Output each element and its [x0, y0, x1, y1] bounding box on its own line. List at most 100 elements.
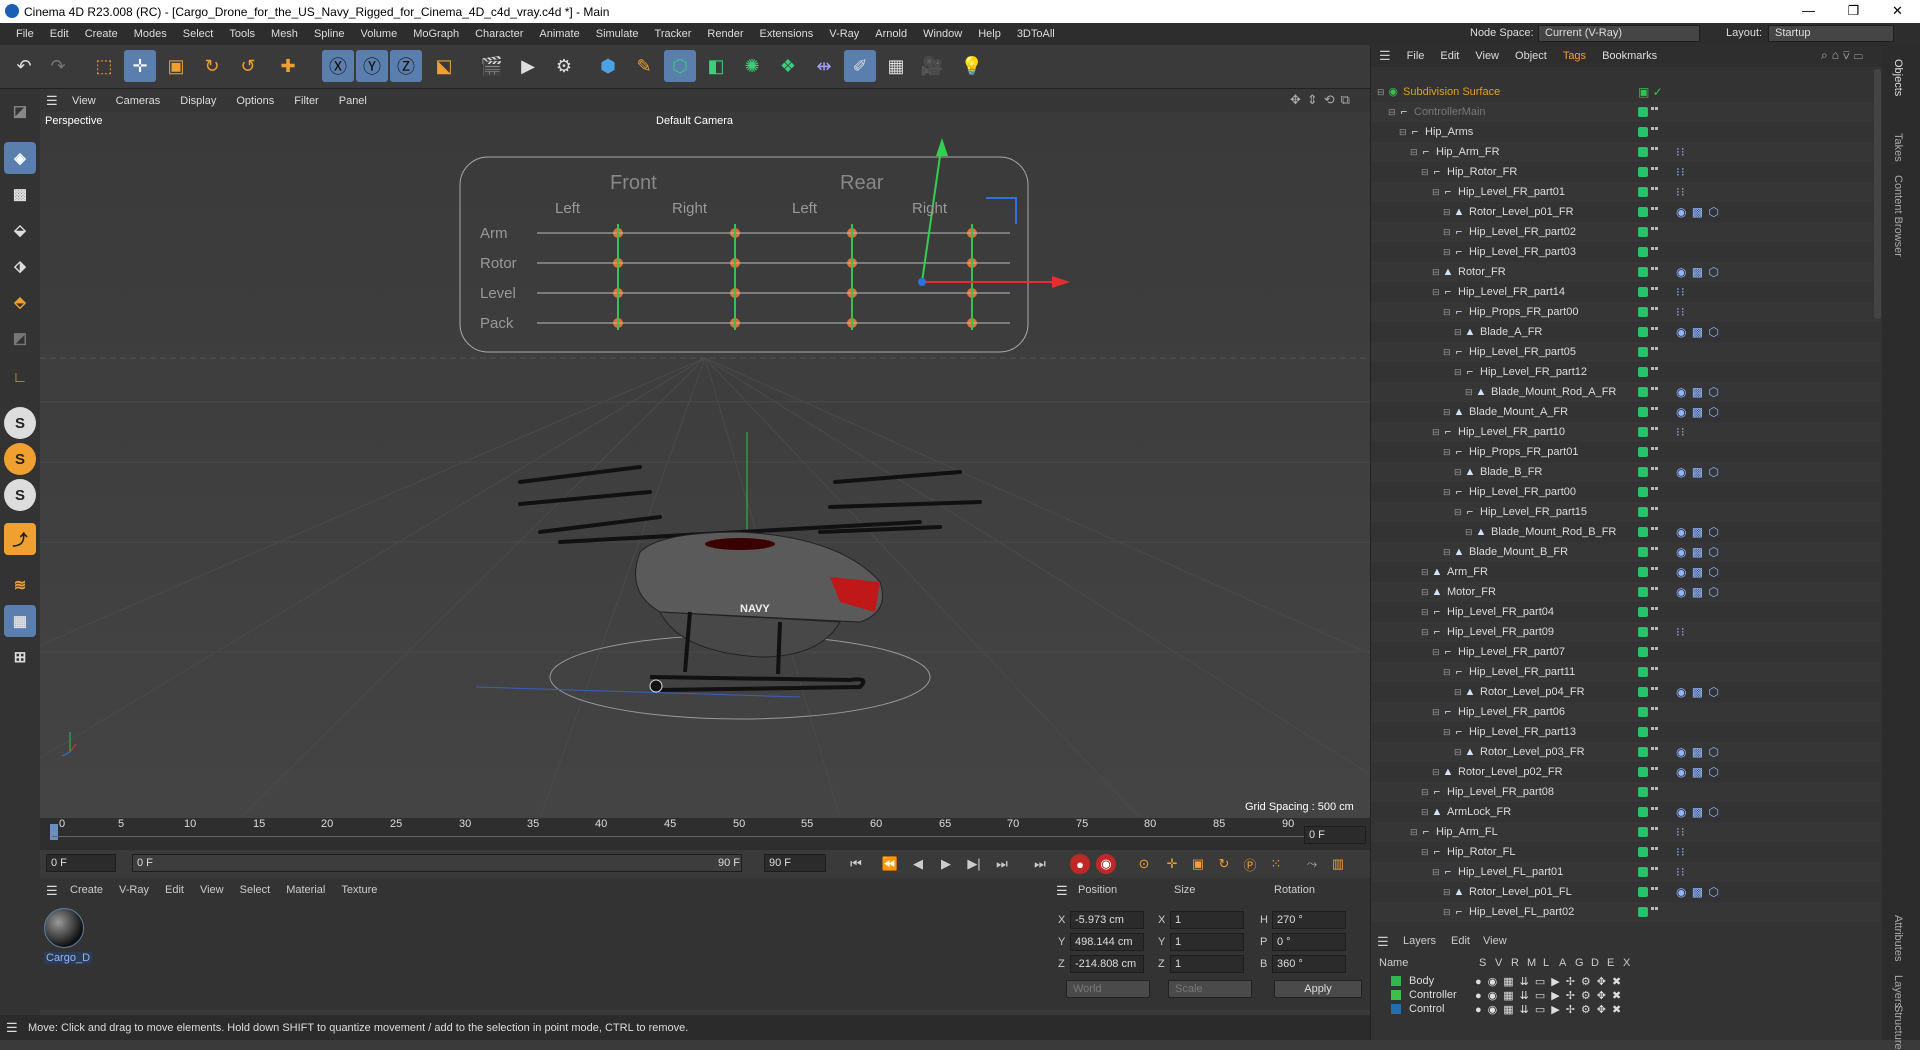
pos-y-field[interactable]: 498.144 cm [1070, 933, 1144, 951]
expand-toggle-icon[interactable]: ⊟ [1454, 747, 1464, 758]
expand-toggle-icon[interactable]: ⊟ [1432, 767, 1442, 778]
coords-hamburger-icon[interactable]: ☰ [1056, 883, 1068, 899]
layer-color-dot[interactable] [1638, 407, 1648, 417]
object-row[interactable]: ⊟ ⌐ Hip_Level_FR_part05 [1371, 342, 1881, 362]
extrude-icon[interactable]: ◧ [700, 50, 732, 82]
rotate-tool-icon[interactable]: ↻ [196, 50, 228, 82]
rot-b-field[interactable]: 360 ° [1272, 955, 1346, 973]
menu-create[interactable]: Create [77, 28, 126, 40]
quantize-icon[interactable]: S [4, 479, 36, 511]
recent-tools-icon[interactable]: ↺ [232, 50, 264, 82]
snap-settings-icon[interactable]: S [4, 443, 36, 475]
object-row[interactable]: ⊟ ⌐ Hip_Level_FR_part14 ⁝⁝ [1371, 282, 1881, 302]
x-axis-icon[interactable]: Ⓧ [322, 50, 354, 82]
layer-color-dot[interactable] [1638, 727, 1648, 737]
z-axis-icon[interactable]: Ⓩ [390, 50, 422, 82]
play-icon[interactable]: ▶ [936, 854, 956, 874]
layer-color-swatch[interactable] [1391, 990, 1401, 1000]
locked-workplane-icon[interactable]: ⊞ [4, 641, 36, 673]
material-name[interactable]: Cargo_D [44, 952, 93, 964]
scale-tool-icon[interactable]: ▣ [160, 50, 192, 82]
object-tags[interactable]: ⁝⁝ [1676, 185, 1686, 199]
light-icon[interactable]: 💡 [956, 50, 988, 82]
om-scrollbar[interactable] [1874, 69, 1881, 319]
layout-select[interactable]: Startup [1768, 25, 1894, 42]
side-tab-objects[interactable]: Objects [1892, 59, 1904, 96]
expand-toggle-icon[interactable]: ⊟ [1443, 407, 1453, 418]
expand-toggle-icon[interactable]: ⊟ [1454, 367, 1464, 378]
om-menu-object[interactable]: Object [1507, 50, 1555, 62]
layer-color-dot[interactable] [1638, 527, 1648, 537]
expand-toggle-icon[interactable]: ⊟ [1421, 567, 1431, 578]
node-space-select[interactable]: Current (V-Ray) [1538, 25, 1700, 42]
expand-toggle-icon[interactable]: ⊟ [1443, 487, 1453, 498]
texture-mode-icon[interactable]: ▩ [4, 178, 36, 210]
next-frame-icon[interactable]: ▶| [964, 854, 984, 874]
object-row[interactable]: ⊟ ⌐ Hip_Level_FR_part11 [1371, 662, 1881, 682]
visibility-dots-icon[interactable] [1651, 267, 1655, 277]
object-row[interactable]: ⊟ ▲ Rotor_Level_p04_FR ◉ ▩ ⬡ [1371, 682, 1881, 702]
expand-toggle-icon[interactable]: ⊟ [1432, 647, 1442, 658]
expand-toggle-icon[interactable]: ⊟ [1443, 247, 1453, 258]
viewport-menu-cameras[interactable]: Cameras [106, 95, 171, 107]
object-tags[interactable]: ◉ ▩ ⬡ [1676, 565, 1720, 579]
object-row[interactable]: ⊟ ▲ Blade_B_FR ◉ ▩ ⬡ [1371, 462, 1881, 482]
object-row[interactable]: ⊟ ⌐ Hip_Arms [1371, 122, 1881, 142]
layer-color-dot[interactable] [1638, 187, 1648, 197]
menu-volume[interactable]: Volume [353, 28, 406, 40]
visibility-dots-icon[interactable] [1651, 767, 1655, 777]
object-tags[interactable]: ⁝⁝ [1676, 285, 1686, 299]
viewport-nav-icons[interactable]: ✥⇕⟲⧉ [1290, 92, 1356, 108]
visibility-dots-icon[interactable] [1651, 367, 1655, 377]
object-row[interactable]: ⊟ ▲ Rotor_Level_p01_FR ◉ ▩ ⬡ [1371, 202, 1881, 222]
object-tags[interactable]: ◉ ▩ ⬡ [1676, 545, 1720, 559]
layer-color-dot[interactable] [1638, 307, 1648, 317]
interpolation-icon[interactable]: ⤳ [1302, 854, 1322, 874]
object-row[interactable]: ⊟ ⌐ ControllerMain [1371, 102, 1881, 122]
layer-color-dot[interactable] [1638, 787, 1648, 797]
layer-color-dot[interactable] [1638, 567, 1648, 577]
menu-arnold[interactable]: Arnold [867, 28, 915, 40]
layer-color-dot[interactable] [1638, 867, 1648, 877]
layers-menu-view[interactable]: View [1483, 935, 1507, 947]
viewport-menu-filter[interactable]: Filter [284, 95, 328, 107]
layer-color-dot[interactable] [1638, 247, 1648, 257]
grid-icon[interactable]: ▦ [4, 605, 36, 637]
visibility-dots-icon[interactable] [1651, 167, 1655, 177]
object-row[interactable]: ⊟ ▲ Blade_Mount_B_FR ◉ ▩ ⬡ [1371, 542, 1881, 562]
floor-icon[interactable]: ▦ [880, 50, 912, 82]
menu-extensions[interactable]: Extensions [751, 28, 821, 40]
layer-color-dot[interactable] [1638, 487, 1648, 497]
expand-toggle-icon[interactable]: ⊟ [1443, 307, 1453, 318]
object-tags[interactable]: ⁝⁝ [1676, 165, 1686, 179]
om-hamburger-icon[interactable]: ☰ [1371, 48, 1399, 64]
hamburger-icon[interactable]: ☰ [46, 93, 58, 109]
side-tab-layers[interactable]: Layers [1892, 975, 1904, 1008]
layer-color-dot[interactable] [1638, 107, 1648, 117]
record-icon[interactable]: ● [1070, 854, 1090, 874]
object-row[interactable]: ⊟ ⌐ Hip_Rotor_FR ⁝⁝ [1371, 162, 1881, 182]
object-tags[interactable]: ⁝⁝ [1676, 425, 1686, 439]
object-tags[interactable]: ◉ ▩ ⬡ [1676, 805, 1720, 819]
object-tags[interactable]: ◉ ▩ ⬡ [1676, 885, 1720, 899]
visibility-dots-icon[interactable] [1651, 787, 1655, 797]
object-tags[interactable]: ◉ ▩ ⬡ [1676, 585, 1720, 599]
menu-tracker[interactable]: Tracker [647, 28, 700, 40]
move-tool-icon[interactable]: ✛ [124, 50, 156, 82]
layer-color-dot[interactable] [1638, 227, 1648, 237]
expand-toggle-icon[interactable]: ⊟ [1465, 387, 1475, 398]
mat-menu-select[interactable]: Select [240, 884, 271, 896]
visibility-dots-icon[interactable] [1651, 627, 1655, 637]
menu-help[interactable]: Help [970, 28, 1009, 40]
expand-toggle-icon[interactable]: ⊟ [1454, 467, 1464, 478]
visibility-dots-icon[interactable] [1651, 407, 1655, 417]
model-mode-icon[interactable]: ◈ [4, 142, 36, 174]
visibility-dots-icon[interactable] [1651, 847, 1655, 857]
layer-color-dot[interactable] [1638, 667, 1648, 677]
visibility-dots-icon[interactable] [1651, 867, 1655, 877]
layers-menu-edit[interactable]: Edit [1451, 935, 1470, 947]
workplane-icon[interactable]: ≋ [4, 569, 36, 601]
visibility-dots-icon[interactable] [1651, 747, 1655, 757]
key-scale-icon[interactable]: ▣ [1188, 854, 1208, 874]
layer-color-dot[interactable] [1638, 147, 1648, 157]
